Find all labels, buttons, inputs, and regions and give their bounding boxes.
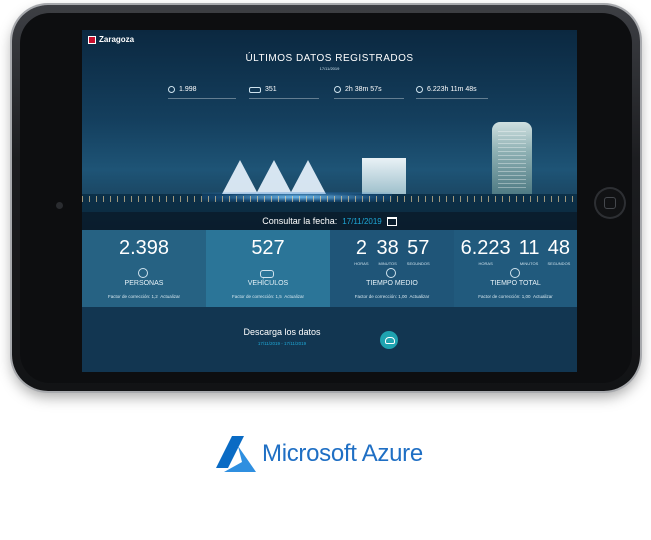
divider xyxy=(249,98,319,99)
clock-icon xyxy=(334,86,341,93)
calendar-icon[interactable] xyxy=(386,216,397,226)
stat-vehicles: 351 xyxy=(249,86,277,93)
date-selector: Consultar la fecha: 17/11/2019 xyxy=(82,212,577,230)
city-crest-icon xyxy=(88,35,96,44)
card-label: PERSONAS xyxy=(124,280,164,287)
card-label: TIEMPO TOTAL xyxy=(490,280,541,287)
car-icon xyxy=(260,270,274,278)
stat-avg-time: 2h 38m 57s xyxy=(334,86,382,93)
stat-people: 1.998 xyxy=(168,86,197,93)
photo-tower xyxy=(492,122,532,194)
page-date: 17/11/2019 xyxy=(319,66,340,71)
clock-icon xyxy=(416,86,423,93)
azure-wordmark: Microsoft Azure xyxy=(262,440,423,467)
clock-icon xyxy=(510,268,520,278)
azure-logo: Microsoft Azure xyxy=(216,436,423,472)
person-icon xyxy=(168,86,175,93)
correction-factor: Factor de corrección: 1,2 Actualizar xyxy=(107,294,181,299)
divider xyxy=(334,98,404,99)
update-button[interactable]: Actualizar xyxy=(284,294,304,299)
azure-icon xyxy=(216,436,256,472)
card-value: 2.398 xyxy=(118,237,170,259)
dashboard-screen: Zaragoza ÚLTIMOS DATOS REGISTRADOS 17/11… xyxy=(82,30,577,372)
divider xyxy=(168,98,236,99)
summary-stats: 1.998 351 2h 38m 57s 6.223h 11m 48s xyxy=(82,86,577,98)
cloud-download-icon[interactable] xyxy=(380,331,398,349)
photo-building xyxy=(362,158,406,194)
download-section: Descarga los datos 17/11/2019 - 17/11/20… xyxy=(82,307,577,372)
card-label: TIEMPO MEDIO xyxy=(366,280,418,287)
clock-icon xyxy=(386,268,396,278)
download-title: Descarga los datos xyxy=(243,327,321,337)
hero-photo xyxy=(82,100,577,230)
download-range: 17/11/2019 - 17/11/2019 xyxy=(257,341,307,346)
card-vehiculos: 527 VEHÍCULOS Factor de corrección: 1,5 … xyxy=(206,230,330,307)
date-selector-label: Consultar la fecha: xyxy=(262,216,338,226)
camera-dot xyxy=(56,202,63,209)
stat-total-time: 6.223h 11m 48s xyxy=(416,86,477,93)
date-selector-value[interactable]: 17/11/2019 xyxy=(342,217,381,226)
divider xyxy=(416,98,488,99)
card-tiempo-medio: 2 HORAS 38 MINUTOS 57 SEGUNDOS TIEMPO MEDIO… xyxy=(330,230,454,307)
person-icon xyxy=(138,268,148,278)
card-time-value: 2 HORAS 38 MINUTOS 57 SEGUNDOS xyxy=(354,237,430,266)
metric-cards: 2.398 PERSONAS Factor de corrección: 1,2… xyxy=(82,230,577,307)
update-button[interactable]: Actualizar xyxy=(533,294,553,299)
correction-factor: Factor de corrección: 1,00 Actualizar xyxy=(354,294,430,299)
correction-factor: Factor de corrección: 1,5 Actualizar xyxy=(231,294,305,299)
card-label: VEHÍCULOS xyxy=(247,280,289,287)
card-time-value: 6.223 HORAS 11 MINUTOS 48 SEGUNDOS xyxy=(460,237,571,266)
city-logo[interactable]: Zaragoza xyxy=(88,35,134,44)
update-button[interactable]: Actualizar xyxy=(410,294,430,299)
correction-factor: Factor de corrección: 1,00 Actualizar xyxy=(478,294,553,299)
update-button[interactable]: Actualizar xyxy=(160,294,180,299)
card-tiempo-total: 6.223 HORAS 11 MINUTOS 48 SEGUNDOS TIEMPO T… xyxy=(454,230,577,307)
city-name: Zaragoza xyxy=(99,35,135,44)
card-personas: 2.398 PERSONAS Factor de corrección: 1,2… xyxy=(82,230,206,307)
home-button[interactable] xyxy=(594,187,626,219)
card-value: 527 xyxy=(251,237,285,259)
hero-section: Zaragoza ÚLTIMOS DATOS REGISTRADOS 17/11… xyxy=(82,30,577,230)
page-title: ÚLTIMOS DATOS REGISTRADOS xyxy=(245,53,414,64)
car-icon xyxy=(249,86,261,93)
photo-pavilion xyxy=(222,154,352,194)
photo-lights xyxy=(82,196,577,202)
